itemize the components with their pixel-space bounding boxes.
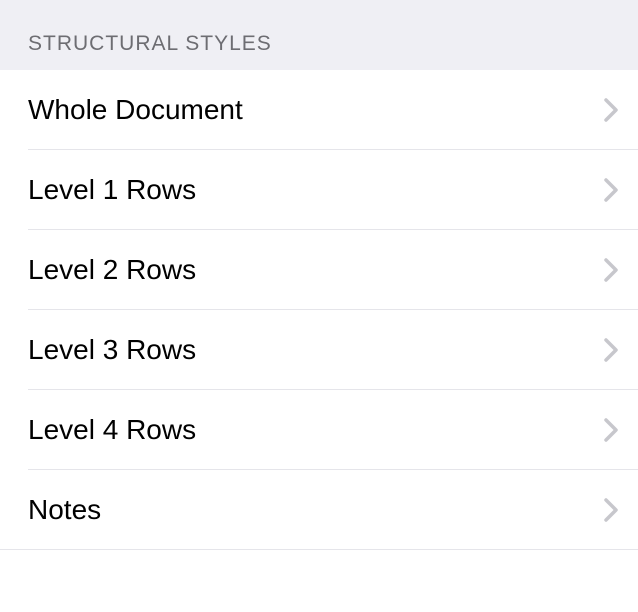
list-item-whole-document[interactable]: Whole Document [0, 70, 638, 150]
list-item-level-4-rows[interactable]: Level 4 Rows [0, 390, 638, 470]
list-item-level-1-rows[interactable]: Level 1 Rows [0, 150, 638, 230]
chevron-right-icon [604, 418, 618, 442]
structural-styles-list: Whole Document Level 1 Rows Level 2 Rows… [0, 70, 638, 550]
chevron-right-icon [604, 178, 618, 202]
list-item-label: Level 2 Rows [28, 254, 196, 286]
section-header: STRUCTURAL STYLES [0, 0, 638, 70]
list-item-label: Level 1 Rows [28, 174, 196, 206]
list-item-label: Level 3 Rows [28, 334, 196, 366]
list-item-label: Whole Document [28, 94, 243, 126]
chevron-right-icon [604, 498, 618, 522]
list-item-level-2-rows[interactable]: Level 2 Rows [0, 230, 638, 310]
list-item-notes[interactable]: Notes [0, 470, 638, 550]
chevron-right-icon [604, 338, 618, 362]
list-item-level-3-rows[interactable]: Level 3 Rows [0, 310, 638, 390]
list-item-label: Level 4 Rows [28, 414, 196, 446]
list-item-label: Notes [28, 494, 101, 526]
chevron-right-icon [604, 258, 618, 282]
chevron-right-icon [604, 98, 618, 122]
